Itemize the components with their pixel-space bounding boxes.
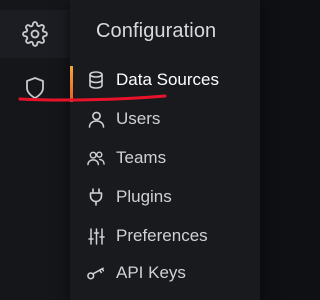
menu-item-preferences[interactable]: Preferences [70,218,260,254]
menu-item-label: Preferences [116,226,208,245]
menu-item-label: Teams [116,148,167,167]
database-icon [87,71,105,89]
key-icon [87,264,105,282]
user-icon [87,110,105,128]
menu-item-label: API Keys [116,263,186,282]
gear-icon [22,21,48,47]
menu-item-teams[interactable]: Teams [70,140,260,176]
menu-item-label: Plugins [116,187,172,206]
users-icon [87,149,105,167]
plug-icon [87,188,105,206]
menu-item-label: Users [116,109,161,128]
sidebar [0,0,71,300]
menu-item-api-keys[interactable]: API Keys [70,255,260,291]
menu-item-plugins[interactable]: Plugins [70,179,260,215]
sliders-icon [87,227,105,245]
menu-title: Configuration [96,20,217,42]
configuration-menu: Configuration Data Sources Users Teams P… [70,0,260,300]
menu-item-label: Data Sources [116,70,219,89]
sidebar-item-server-admin[interactable] [0,64,70,112]
shield-icon [23,76,47,100]
menu-item-users[interactable]: Users [70,101,260,137]
app-frame: Configuration Data Sources Users Teams P… [0,0,260,300]
menu-item-data-sources[interactable]: Data Sources [70,62,260,102]
sidebar-item-configuration[interactable] [0,10,70,58]
